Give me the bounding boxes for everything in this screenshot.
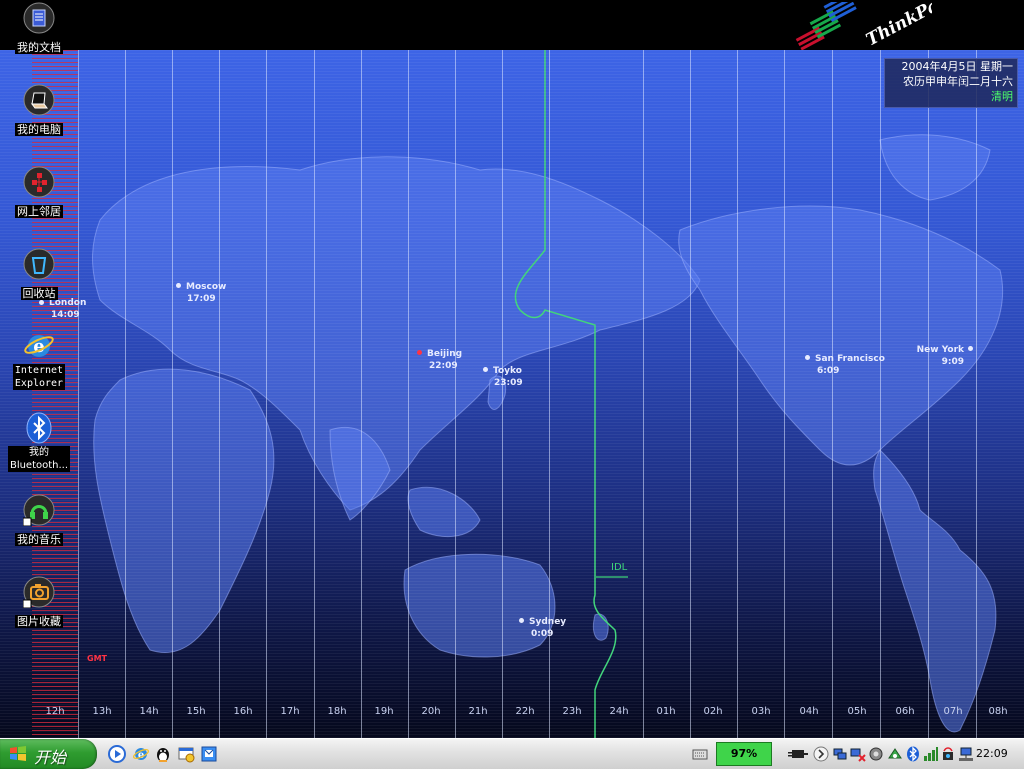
desktop-icon-recycle-bin[interactable]: 回收站 — [0, 248, 78, 301]
city-marker-current — [417, 350, 422, 355]
city-san-francisco: San Francisco 6:09 — [815, 354, 885, 376]
idl-label: IDL — [611, 562, 628, 573]
hour-label: 07h — [943, 706, 963, 717]
network-places-icon — [23, 166, 55, 198]
city-marker — [176, 283, 181, 288]
hour-label: 23h — [562, 706, 582, 717]
date-text: 2004年4月5日 星期一 — [901, 60, 1014, 73]
desktop-icon-my-pictures[interactable]: 图片收藏 — [0, 576, 78, 629]
desktop-icon-label: 网上邻居 — [15, 205, 63, 218]
hour-label: 19h — [374, 706, 394, 717]
hour-label: 06h — [895, 706, 915, 717]
internet-explorer-icon[interactable]: e — [132, 745, 150, 763]
city-marker — [519, 618, 524, 623]
hour-label: 04h — [799, 706, 819, 717]
hour-label: 24h — [609, 706, 629, 717]
hour-label: 15h — [186, 706, 206, 717]
desktop-icon-label: 图片收藏 — [15, 615, 63, 628]
desktop-icon-label: 我的 Bluetooth... — [7, 446, 71, 472]
hour-label: 08h — [988, 706, 1008, 717]
hour-label: 13h — [92, 706, 112, 717]
city-marker — [483, 367, 488, 372]
show-desktop-icon[interactable] — [178, 745, 196, 763]
expand-tray-icon[interactable] — [813, 746, 829, 762]
desktop-icon-bluetooth[interactable]: 我的 Bluetooth... — [0, 412, 78, 472]
desktop-icon-label: 我的电脑 — [15, 123, 63, 136]
ibm-thinkpad-logo: ThinkPad — [792, 0, 953, 51]
hour-label: 02h — [703, 706, 723, 717]
start-label: 开始 — [34, 748, 67, 767]
bluetooth-icon — [23, 412, 55, 444]
hour-label: 17h — [280, 706, 300, 717]
battery-indicator[interactable]: 97% — [716, 742, 772, 766]
taskbar: 开始 e 97% 22:09 — [0, 738, 1024, 769]
desktop-icon-my-documents[interactable]: 我的文档 — [0, 2, 78, 55]
qq-penguin-icon[interactable] — [154, 745, 172, 763]
lan-icon[interactable] — [958, 746, 974, 762]
hour-label: 14h — [139, 706, 159, 717]
desktop-icon-label: 回收站 — [20, 287, 58, 300]
outlook-express-icon[interactable] — [200, 745, 218, 763]
battery-percent: 97% — [730, 747, 758, 760]
recycle-bin-icon — [23, 248, 55, 280]
svg-text:ThinkPad: ThinkPad — [863, 2, 932, 50]
desktop-icon-my-music[interactable]: 我的音乐 — [0, 494, 78, 547]
power-plug-icon[interactable] — [786, 746, 808, 762]
date-widget: 2004年4月5日 星期一 农历甲申年闰二月十六 清明 — [884, 58, 1018, 108]
city-beijing: Beijing 22:09 — [427, 349, 463, 371]
hour-label: 18h — [327, 706, 347, 717]
time-zone-lines — [0, 50, 1024, 738]
keyboard-icon[interactable] — [692, 746, 708, 762]
desktop[interactable]: ThinkPad 12h 13h 14h 15h 16h 17h 18h 19h… — [0, 0, 1024, 738]
start-button[interactable]: 开始 — [0, 739, 97, 769]
solar-term-text: 清明 — [991, 90, 1013, 103]
network-disconnected-icon[interactable] — [850, 746, 866, 762]
my-documents-icon — [23, 2, 55, 34]
signal-strength-icon[interactable] — [923, 746, 939, 762]
clock[interactable]: 22:09 — [976, 747, 1008, 760]
city-marker — [968, 346, 973, 351]
music-icon — [22, 494, 55, 527]
city-marker — [805, 355, 810, 360]
wireless-icon[interactable] — [940, 746, 956, 762]
hour-label: 16h — [233, 706, 253, 717]
city-moscow: Moscow 17:09 — [186, 282, 227, 304]
media-player-icon[interactable] — [108, 745, 126, 763]
hour-label: 21h — [468, 706, 488, 717]
hour-label: 22h — [515, 706, 535, 717]
city-sydney: Sydney 0:09 — [529, 617, 567, 639]
pictures-icon — [22, 576, 55, 609]
desktop-icon-internet-explorer[interactable]: e Internet Explorer — [0, 330, 78, 390]
hour-label: 05h — [847, 706, 867, 717]
hour-label: 20h — [421, 706, 441, 717]
hour-label: 01h — [656, 706, 676, 717]
desktop-icon-label: Internet Explorer — [12, 364, 66, 390]
network-icon[interactable] — [832, 746, 848, 762]
desktop-icon-label: 我的文档 — [15, 41, 63, 54]
my-computer-icon — [23, 84, 55, 116]
hour-label: 03h — [751, 706, 771, 717]
access-connections-icon[interactable] — [887, 746, 903, 762]
gmt-label: GMT — [87, 654, 107, 663]
desktop-icon-label: 我的音乐 — [15, 533, 63, 546]
desktop-icon-network-places[interactable]: 网上邻居 — [0, 166, 78, 219]
internet-explorer-icon: e — [23, 330, 55, 362]
windows-flag-icon — [10, 746, 26, 761]
desktop-icon-my-computer[interactable]: 我的电脑 — [0, 84, 78, 137]
city-tokyo: Toyko 23:09 — [493, 366, 523, 388]
city-new-york: New York 9:09 — [916, 345, 964, 367]
security-shield-icon[interactable] — [868, 746, 884, 762]
bluetooth-tray-icon[interactable] — [905, 746, 921, 762]
lunar-date-text: 农历甲申年闰二月十六 — [903, 75, 1013, 88]
hour-label: 12h — [45, 706, 65, 717]
